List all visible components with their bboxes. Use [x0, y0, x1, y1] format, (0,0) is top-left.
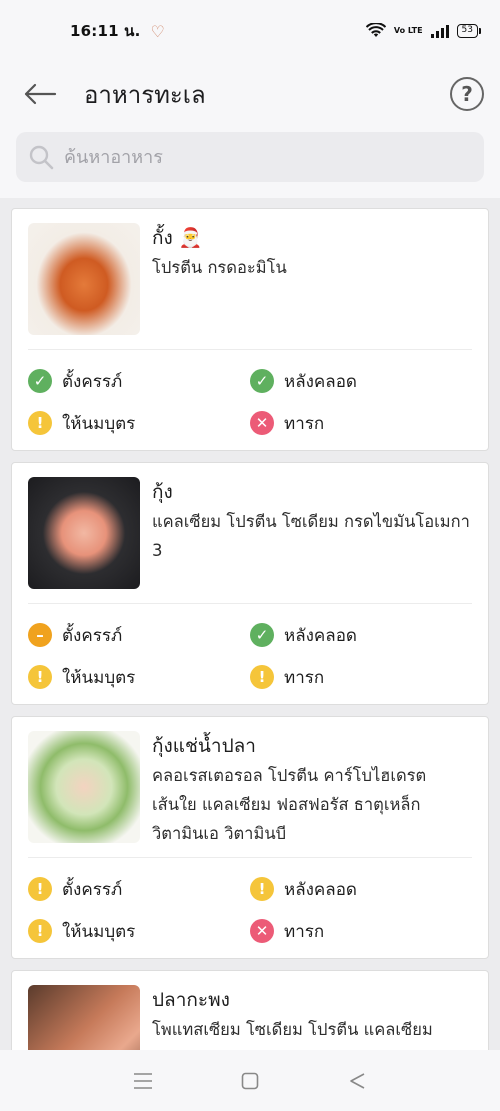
health-heart-icon: ♡ — [150, 21, 165, 41]
search-section — [0, 126, 500, 198]
back-arrow-icon — [24, 83, 57, 105]
help-button[interactable]: ? — [450, 77, 484, 111]
back-triangle-icon — [349, 1072, 365, 1089]
volte-icon: Vo LTE — [393, 26, 423, 35]
status-infant: ! ทารก — [250, 656, 472, 698]
status-breastfeeding: ! ให้นมบุตร — [28, 656, 250, 698]
home-square-icon — [241, 1072, 259, 1089]
exclamation-circle-icon: ! — [250, 665, 274, 689]
check-circle-icon: ✓ — [250, 623, 274, 647]
food-card[interactable]: กุ้งแช่น้ำปลา คลอเรสเตอรอล โปรตีน คาร์โบ… — [11, 716, 489, 959]
food-card-header: กุ้งแช่น้ำปลา คลอเรสเตอรอล โปรตีน คาร์โบ… — [28, 731, 472, 857]
status-pregnant: ✓ ตั้งครรภ์ — [28, 360, 250, 402]
status-breastfeeding: ! ให้นมบุตร — [28, 402, 250, 444]
food-name: กั้ง 🎅 — [152, 227, 203, 249]
food-image — [28, 985, 140, 1050]
status-label-breastfeeding: ให้นมบุตร — [62, 921, 136, 942]
search-input[interactable] — [64, 146, 444, 168]
battery-indicator: 53 — [456, 24, 482, 38]
food-info: กุ้ง แคลเซียม โปรตีน โซเดียม กรดไขมันโอเ… — [152, 477, 472, 603]
status-bar: 16:11 น. ♡ Vo LTE 53 — [0, 0, 500, 62]
status-label-infant: ทารก — [284, 667, 325, 688]
cross-circle-icon: ✕ — [250, 919, 274, 943]
status-label-infant: ทารก — [284, 921, 325, 942]
food-nutrients: โปรตีน กรดอะมิโน — [152, 258, 287, 277]
food-nutrients: แคลเซียม โปรตีน โซเดียม กรดไขมันโอเมกา 3 — [152, 512, 470, 560]
wifi-icon — [365, 23, 386, 37]
back-button[interactable] — [20, 74, 60, 114]
check-circle-icon: ✓ — [250, 369, 274, 393]
exclamation-circle-icon: ! — [28, 877, 52, 901]
home-button[interactable] — [230, 1061, 270, 1101]
status-time: 16:11 น. — [70, 22, 141, 40]
food-card[interactable]: กั้ง 🎅 โปรตีน กรดอะมิโน ✓ ตั้งครรภ์ ✓ หล… — [11, 208, 489, 451]
status-label-postpartum: หลังคลอด — [284, 625, 357, 646]
status-icons: Vo LTE 53 — [365, 23, 482, 39]
food-card[interactable]: ปลากะพง โพแทสเซียม โซเดียม โปรตีน แคลเซี… — [11, 970, 489, 1050]
status-label-pregnant: ตั้งครรภ์ — [62, 879, 123, 900]
page-title: อาหารทะเล — [84, 80, 206, 109]
system-nav-bar — [0, 1050, 500, 1111]
exclamation-circle-icon: ! — [250, 877, 274, 901]
app-header: อาหารทะเล ? — [0, 62, 500, 126]
help-icon: ? — [461, 82, 473, 106]
status-label-infant: ทารก — [284, 413, 325, 434]
status-postpartum: ✓ หลังคลอด — [250, 360, 472, 402]
status-label-breastfeeding: ให้นมบุตร — [62, 667, 136, 688]
status-label-breastfeeding: ให้นมบุตร — [62, 413, 136, 434]
suitability-grid: ! ตั้งครรภ์ ! หลังคลอด ! ให้นมบุตร ✕ ทาร… — [28, 857, 472, 958]
exclamation-circle-icon: ! — [28, 411, 52, 435]
exclamation-circle-icon: ! — [28, 919, 52, 943]
signal-icon — [430, 24, 449, 38]
food-name: กุ้ง — [152, 481, 173, 503]
suitability-grid: – ตั้งครรภ์ ✓ หลังคลอด ! ให้นมบุตร ! ทาร… — [28, 603, 472, 704]
menu-icon — [134, 1072, 153, 1089]
status-infant: ✕ ทารก — [250, 402, 472, 444]
status-label-pregnant: ตั้งครรภ์ — [62, 625, 123, 646]
food-image — [28, 223, 140, 335]
food-name: ปลากะพง — [152, 989, 230, 1011]
food-card[interactable]: กุ้ง แคลเซียม โปรตีน โซเดียม กรดไขมันโอเ… — [11, 462, 489, 705]
status-breastfeeding: ! ให้นมบุตร — [28, 910, 250, 952]
search-box[interactable] — [16, 132, 484, 182]
status-postpartum: ! หลังคลอด — [250, 868, 472, 910]
cross-circle-icon: ✕ — [250, 411, 274, 435]
suitability-grid: ✓ ตั้งครรภ์ ✓ หลังคลอด ! ให้นมบุตร ✕ ทาร… — [28, 349, 472, 450]
status-label-postpartum: หลังคลอด — [284, 371, 357, 392]
food-nutrients: โพแทสเซียม โซเดียม โปรตีน แคลเซียม — [152, 1020, 433, 1039]
food-info: กั้ง 🎅 โปรตีน กรดอะมิโน — [152, 223, 287, 349]
back-nav-button[interactable] — [337, 1061, 377, 1101]
food-info: กุ้งแช่น้ำปลา คลอเรสเตอรอล โปรตีน คาร์โบ… — [152, 731, 472, 857]
status-label-pregnant: ตั้งครรภ์ — [62, 371, 123, 392]
exclamation-circle-icon: ! — [28, 665, 52, 689]
status-pregnant: – ตั้งครรภ์ — [28, 614, 250, 656]
status-pregnant: ! ตั้งครรภ์ — [28, 868, 250, 910]
status-infant: ✕ ทารก — [250, 910, 472, 952]
food-list[interactable]: กั้ง 🎅 โปรตีน กรดอะมิโน ✓ ตั้งครรภ์ ✓ หล… — [0, 198, 500, 1050]
food-card-header: กุ้ง แคลเซียม โปรตีน โซเดียม กรดไขมันโอเ… — [28, 477, 472, 603]
menu-button[interactable] — [123, 1061, 163, 1101]
check-circle-icon: ✓ — [28, 369, 52, 393]
food-image — [28, 731, 140, 843]
minus-circle-icon: – — [28, 623, 52, 647]
food-image — [28, 477, 140, 589]
search-icon — [29, 145, 54, 170]
food-name: กุ้งแช่น้ำปลา — [152, 735, 256, 757]
food-card-header: ปลากะพง โพแทสเซียม โซเดียม โปรตีน แคลเซี… — [28, 985, 472, 1050]
status-label-postpartum: หลังคลอด — [284, 879, 357, 900]
food-info: ปลากะพง โพแทสเซียม โซเดียม โปรตีน แคลเซี… — [152, 985, 433, 1050]
food-card-header: กั้ง 🎅 โปรตีน กรดอะมิโน — [28, 223, 472, 349]
food-nutrients: คลอเรสเตอรอล โปรตีน คาร์โบไฮเดรต เส้นใย … — [152, 766, 427, 843]
status-postpartum: ✓ หลังคลอด — [250, 614, 472, 656]
